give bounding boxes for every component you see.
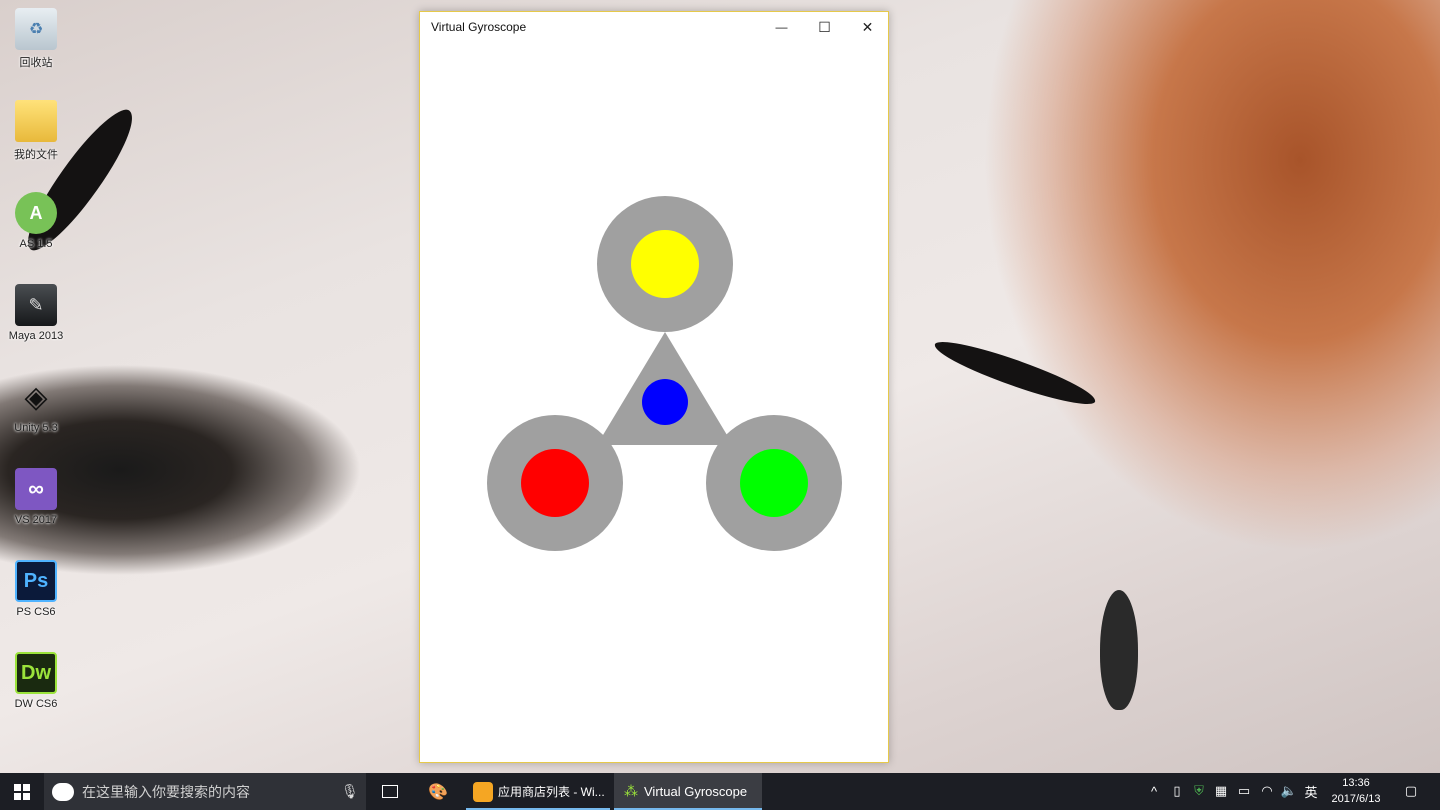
desktop-icon-dreamweaver[interactable]: Dw DW CS6 bbox=[0, 646, 72, 726]
desktop-icon-label: DW CS6 bbox=[14, 698, 58, 710]
desktop-icon-label: 回收站 bbox=[19, 57, 53, 69]
desktop-icon-label: Maya 2013 bbox=[8, 330, 64, 342]
desktop-icon-maya[interactable]: ✎ Maya 2013 bbox=[0, 278, 72, 358]
search-input[interactable]: 在这里输入你要搜索的内容 bbox=[82, 782, 250, 802]
window-title: Virtual Gyroscope bbox=[431, 20, 527, 34]
show-hidden-icons-button[interactable]: ^ bbox=[1145, 782, 1163, 800]
desktop-icon-android-studio[interactable]: A AS 1.5 bbox=[0, 186, 72, 266]
unity-icon: ◈ bbox=[24, 380, 48, 414]
desktop-icon-recycle-bin[interactable]: ♻ 回收站 bbox=[0, 2, 72, 82]
taskbar-app-store[interactable]: 应用商店列表 - Wi... bbox=[466, 773, 610, 810]
maya-icon: ✎ bbox=[15, 284, 57, 326]
fidget-spinner[interactable] bbox=[420, 42, 888, 762]
windows-logo-icon bbox=[14, 783, 30, 800]
spinner-left-dot bbox=[521, 449, 589, 517]
start-button[interactable] bbox=[0, 773, 44, 810]
desktop-icon-label: Unity 5.3 bbox=[14, 422, 58, 434]
taskbar-virtual-gyroscope[interactable]: ⁂ Virtual Gyroscope bbox=[614, 773, 762, 810]
desktop-icon-visual-studio[interactable]: ∞ VS 2017 bbox=[0, 462, 72, 542]
task-view-icon bbox=[382, 785, 398, 798]
close-icon: ✕ bbox=[861, 18, 874, 35]
desktop-icon-label: VS 2017 bbox=[14, 514, 58, 526]
input-method-indicator[interactable]: 英 bbox=[1302, 782, 1320, 800]
security-shield-icon[interactable]: ⛨ bbox=[1190, 782, 1208, 800]
desktop-icon-label: 我的文件 bbox=[14, 149, 58, 161]
clock-time: 13:36 bbox=[1342, 777, 1370, 789]
clock-date: 2017/6/13 bbox=[1331, 793, 1381, 805]
cortana-icon bbox=[52, 782, 74, 801]
action-center-icon[interactable]: ▢ bbox=[1402, 782, 1420, 800]
recycle-bin-icon: ♻ bbox=[15, 8, 57, 50]
task-view-button[interactable] bbox=[378, 773, 402, 810]
maximize-icon: ☐ bbox=[818, 18, 831, 35]
battery-icon[interactable]: ▭ bbox=[1235, 782, 1253, 800]
taskbar-app-label: Virtual Gyroscope bbox=[644, 784, 748, 799]
microphone-icon[interactable]: 🎙 bbox=[341, 783, 359, 800]
desktop-icon-label: PS CS6 bbox=[16, 606, 56, 618]
android-studio-icon: A bbox=[15, 192, 57, 234]
folder-icon bbox=[15, 100, 57, 142]
store-icon bbox=[473, 781, 493, 802]
pinned-app-button[interactable]: 🎨 bbox=[424, 773, 452, 810]
photoshop-icon: Ps bbox=[15, 560, 57, 602]
spinner-right-dot bbox=[740, 449, 808, 517]
minimize-button[interactable]: — bbox=[760, 12, 803, 42]
desktop-icon-photoshop[interactable]: Ps PS CS6 bbox=[0, 554, 72, 634]
wallpaper-stroke bbox=[1100, 590, 1138, 710]
paint-app-icon: 🎨 bbox=[428, 783, 448, 801]
gyroscope-app-icon: ⁂ bbox=[624, 783, 638, 799]
app-grid-icon[interactable]: ▦ bbox=[1212, 782, 1230, 800]
usb-icon[interactable]: ▯ bbox=[1168, 782, 1186, 800]
taskbar: 在这里输入你要搜索的内容 🎙 🎨 应用商店列表 - Wi... ⁂ Virtua… bbox=[0, 773, 1440, 810]
taskbar-search[interactable]: 在这里输入你要搜索的内容 🎙 bbox=[44, 773, 366, 810]
dreamweaver-icon: Dw bbox=[15, 652, 57, 694]
volume-icon[interactable]: 🔈 bbox=[1280, 782, 1298, 800]
taskbar-clock[interactable]: 13:36 2017/6/13 bbox=[1322, 775, 1390, 807]
spinner-center-dot bbox=[642, 379, 688, 425]
desktop-icon-my-files[interactable]: 我的文件 bbox=[0, 94, 72, 174]
minimize-icon: — bbox=[775, 20, 788, 34]
desktop-icon-unity[interactable]: ◈ Unity 5.3 bbox=[0, 370, 72, 450]
window-titlebar[interactable]: Virtual Gyroscope — ☐ ✕ bbox=[420, 12, 888, 42]
wallpaper-stroke bbox=[930, 334, 1100, 412]
visual-studio-icon: ∞ bbox=[15, 468, 57, 510]
gyroscope-canvas[interactable] bbox=[420, 42, 888, 762]
desktop-icon-label: AS 1.5 bbox=[19, 238, 53, 250]
spinner-top-dot bbox=[631, 230, 699, 298]
wifi-icon[interactable]: ◠ bbox=[1258, 782, 1276, 800]
maximize-button[interactable]: ☐ bbox=[803, 12, 846, 42]
close-button[interactable]: ✕ bbox=[846, 12, 889, 42]
taskbar-app-label: 应用商店列表 - Wi... bbox=[498, 785, 605, 799]
app-window: Virtual Gyroscope — ☐ ✕ bbox=[419, 11, 889, 763]
